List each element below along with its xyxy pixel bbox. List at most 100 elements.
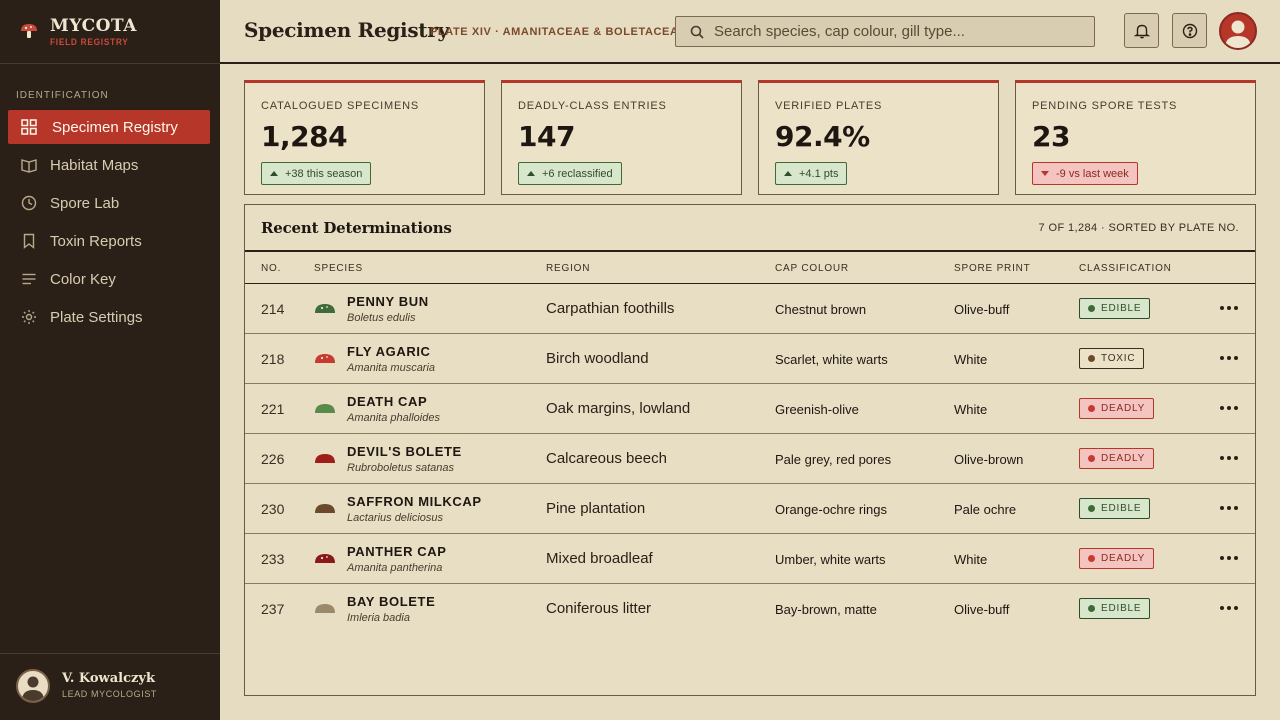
plate-number: 233 <box>261 551 285 567</box>
table-row[interactable]: 214 PENNY BUN Boletus edulis Carpathian foo… <box>245 284 1255 334</box>
region: Carpathian foothills <box>546 300 675 317</box>
species-latin-name: Imleria badia <box>347 612 410 624</box>
column-header-species[interactable]: SPECIES <box>314 263 363 274</box>
species-common-name[interactable]: FLY AGARIC <box>347 344 431 359</box>
brand-name: MYCOTA <box>50 16 137 36</box>
more-dot <box>1220 356 1224 360</box>
more-actions-button[interactable] <box>1220 449 1238 467</box>
table-body: 214 PENNY BUN Boletus edulis Carpathian foo… <box>245 284 1255 634</box>
more-dot <box>1227 456 1231 460</box>
stat-delta-text: +6 reclassified <box>542 167 613 180</box>
table-row[interactable]: 218 FLY AGARIC Amanita muscaria Birch woodl… <box>245 334 1255 384</box>
more-actions-button[interactable] <box>1220 599 1238 617</box>
region: Pine plantation <box>546 500 646 517</box>
more-actions-button[interactable] <box>1220 549 1238 567</box>
mushroom-cap-icon <box>315 604 335 613</box>
mushroom-icon <box>21 24 37 38</box>
panel-header: Recent Determinations 7 OF 1,284 · SORTE… <box>245 205 1255 252</box>
mushroom-cap-icon <box>315 554 335 563</box>
sidebar-item-color-key[interactable]: Color Key <box>8 262 210 296</box>
book-open-icon <box>20 156 38 174</box>
stat-value: 147 <box>518 120 575 153</box>
more-dot <box>1227 356 1231 360</box>
header-avatar[interactable] <box>1219 12 1257 50</box>
avatar <box>16 669 50 703</box>
column-header-region[interactable]: REGION <box>546 263 590 274</box>
table-row[interactable]: 237 BAY BOLETE Imleria badia Coniferous lit… <box>245 584 1255 634</box>
stat-label: DEADLY-CLASS ENTRIES <box>518 100 667 112</box>
table-row[interactable]: 226 DEVIL'S BOLETE Rubroboletus satanas Cal… <box>245 434 1255 484</box>
plate-number: 218 <box>261 351 285 367</box>
more-actions-button[interactable] <box>1220 499 1238 517</box>
mushroom-cap-icon <box>315 454 335 463</box>
sidebar-item-label: Habitat Maps <box>50 156 139 174</box>
species-latin-name: Amanita muscaria <box>347 362 436 374</box>
species-latin-name: Amanita pantherina <box>347 562 443 574</box>
column-header-classification[interactable]: CLASSIFICATION <box>1079 263 1172 274</box>
stat-card-pending: PENDING SPORE TESTS 23 -9 vs last week <box>1015 80 1256 195</box>
nav-section-label: IDENTIFICATION <box>16 90 109 101</box>
sidebar-item-habitat-maps[interactable]: Habitat Maps <box>8 148 210 182</box>
stat-delta: -9 vs last week <box>1032 162 1138 185</box>
more-dot <box>1234 406 1238 410</box>
spore-print: White <box>954 402 988 417</box>
species-latin-name: Amanita phalloides <box>347 412 440 424</box>
stat-value: 1,284 <box>261 120 348 153</box>
column-header-cap-colour[interactable]: CAP COLOUR <box>775 263 849 274</box>
classification-badge: DEADLY <box>1079 548 1155 569</box>
brand[interactable]: MYCOTA FIELD REGISTRY <box>20 16 137 48</box>
more-actions-button[interactable] <box>1220 349 1238 367</box>
spore-print: Pale ochre <box>954 502 1017 517</box>
table-row[interactable]: 233 PANTHER CAP Amanita pantherina Mixed br… <box>245 534 1255 584</box>
sidebar-bottom-divider <box>0 653 220 654</box>
spore-print: Olive-buff <box>954 602 1010 617</box>
cap-colour: Orange-ochre rings <box>775 502 887 517</box>
more-dot <box>1234 456 1238 460</box>
stat-value: 92.4% <box>775 120 870 153</box>
species-common-name[interactable]: PENNY BUN <box>347 294 429 309</box>
notifications-button[interactable] <box>1124 13 1159 48</box>
help-button[interactable] <box>1172 13 1207 48</box>
column-header-spore-print[interactable]: SPORE PRINT <box>954 263 1031 274</box>
region: Oak margins, lowland <box>546 400 691 417</box>
sidebar-item-label: Plate Settings <box>50 308 143 326</box>
sidebar-item-spore-lab[interactable]: Spore Lab <box>8 186 210 220</box>
more-actions-button[interactable] <box>1220 399 1238 417</box>
region: Coniferous litter <box>546 600 652 617</box>
species-common-name[interactable]: DEVIL'S BOLETE <box>347 444 462 459</box>
species-common-name[interactable]: BAY BOLETE <box>347 594 435 609</box>
mushroom-cap-icon <box>315 404 335 413</box>
stat-card-catalogued: CATALOGUED SPECIMENS 1,284 +38 this seas… <box>244 80 485 195</box>
classification-label: EDIBLE <box>1101 503 1142 514</box>
species-common-name[interactable]: SAFFRON MILKCAP <box>347 494 482 509</box>
user-profile[interactable]: V. Kowalczyk LEAD MYCOLOGIST <box>16 669 157 703</box>
status-dot <box>1088 355 1095 362</box>
trend-down-icon <box>1041 171 1049 176</box>
more-dot <box>1220 306 1224 310</box>
sidebar-item-specimen-registry[interactable]: Specimen Registry <box>8 110 210 144</box>
brand-subtitle: FIELD REGISTRY <box>50 37 129 47</box>
column-header-no[interactable]: NO. <box>261 263 281 274</box>
plate-subtitle: PLATE XIV · AMANITACEAE & BOLETACEAE <box>430 26 687 38</box>
sidebar-item-label: Specimen Registry <box>52 118 178 136</box>
more-dot <box>1234 356 1238 360</box>
sidebar-item-plate-settings[interactable]: Plate Settings <box>8 300 210 334</box>
stat-delta-text: +38 this season <box>285 167 363 180</box>
more-dot <box>1234 556 1238 560</box>
gear-icon <box>20 308 38 326</box>
search-bar[interactable] <box>675 16 1095 47</box>
classification-badge: EDIBLE <box>1079 498 1151 519</box>
species-common-name[interactable]: PANTHER CAP <box>347 544 447 559</box>
more-actions-button[interactable] <box>1220 299 1238 317</box>
table-row[interactable]: 221 DEATH CAP Amanita phalloides Oak margin… <box>245 384 1255 434</box>
sidebar-item-toxin-reports[interactable]: Toxin Reports <box>8 224 210 258</box>
stat-delta-text: +4.1 pts <box>799 167 839 180</box>
search-input[interactable] <box>714 23 1084 40</box>
more-dot <box>1234 306 1238 310</box>
species-latin-name: Boletus edulis <box>347 312 416 324</box>
bookmark-icon <box>20 232 38 250</box>
species-common-name[interactable]: DEATH CAP <box>347 394 427 409</box>
stat-value: 23 <box>1032 120 1070 153</box>
panel-title: Recent Determinations <box>261 219 452 237</box>
table-row[interactable]: 230 SAFFRON MILKCAP Lactarius deliciosus Pi… <box>245 484 1255 534</box>
